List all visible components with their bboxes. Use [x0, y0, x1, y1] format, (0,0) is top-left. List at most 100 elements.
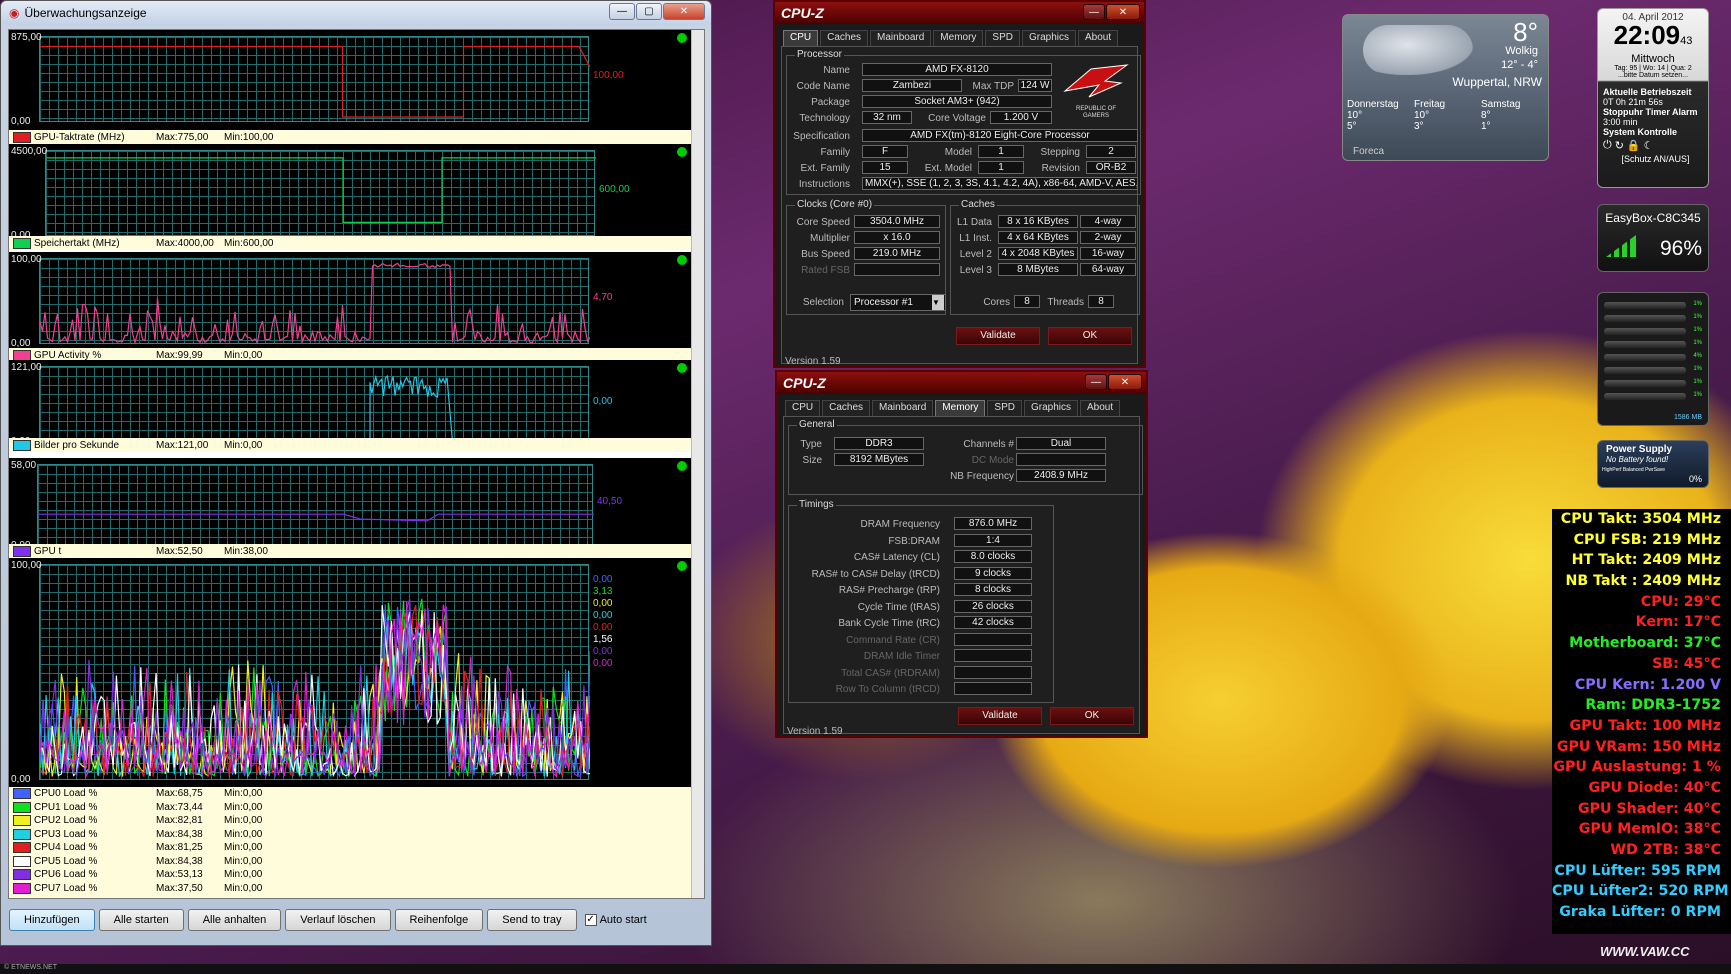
legend-min: Min:0,00 [224, 828, 263, 840]
day-name: Samstag [1481, 99, 1521, 110]
processor-select[interactable]: Processor #1 ▼ [850, 294, 946, 311]
tab-cpu[interactable]: CPU [785, 400, 821, 416]
graph-legend[interactable]: GPU t Max:52,50 Min:38,00 [9, 544, 693, 558]
tab-cpu[interactable]: CPU [783, 30, 819, 46]
temp-range: 12° - 4° [1501, 59, 1538, 71]
tab-about[interactable]: About [1080, 400, 1121, 416]
tab-about[interactable]: About [1078, 30, 1119, 46]
label: Ext. Family [800, 163, 850, 174]
cpu-current-value: 0,00 [593, 658, 613, 669]
graph-trace [46, 157, 596, 224]
color-swatch [13, 882, 31, 894]
legend-name: GPU-Taktrate (MHz) [34, 131, 125, 143]
graph-legend[interactable]: GPU-Taktrate (MHz) Max:775,00 Min:100,00 [9, 130, 693, 144]
cpu-current-value: 1,56 [593, 634, 613, 645]
legend-min: Min:100,00 [224, 131, 274, 143]
power-plans[interactable]: HighPerf Balanced PwrSave [1598, 467, 1708, 473]
autostart-checkbox[interactable]: ✓ Auto start [584, 914, 647, 926]
wifi-gadget[interactable]: EasyBox-C8C345 96% [1597, 204, 1709, 272]
ok-button[interactable]: OK [1050, 707, 1134, 725]
sensor-line: GPU MemIO: 38°C [1578, 821, 1721, 838]
tab-memory[interactable]: Memory [933, 30, 984, 46]
group-label: Timings [797, 499, 836, 510]
clock-gadget[interactable]: 04. April 2012 22:0943 Mittwoch Tag: 95 … [1597, 8, 1709, 188]
tab-spd[interactable]: SPD [985, 30, 1020, 46]
close-button[interactable]: ✕ [1108, 374, 1142, 390]
label: Size [802, 455, 822, 466]
tab-graphics[interactable]: Graphics [1021, 30, 1076, 46]
tab-caches[interactable]: Caches [820, 30, 869, 46]
graph-legend[interactable]: Speichertakt (MHz) Max:4000,00 Min:600,00 [9, 236, 693, 250]
sensor-line: GPU Shader: 40°C [1577, 800, 1721, 817]
tab-memory[interactable]: Memory [935, 400, 986, 416]
maximize-button[interactable]: ▢ [636, 3, 662, 20]
legend-name: CPU0 Load % [34, 788, 98, 800]
core-voltage-value: 1.200 V [990, 111, 1052, 124]
tab-spd[interactable]: SPD [987, 400, 1022, 416]
scrollbar[interactable] [691, 30, 704, 898]
start-all-button[interactable]: Alle starten [98, 909, 184, 931]
label: Bus Speed [801, 249, 850, 260]
legend-name: CPU6 Load % [34, 869, 98, 881]
cpu-legend-row[interactable]: CPU2 Load % Max:82,81 Min:0,00 [9, 814, 693, 828]
label: Specification [793, 131, 850, 142]
cpu-legend-row[interactable]: CPU7 Load % Max:37,50 Min:0,00 [9, 881, 693, 895]
close-button[interactable]: ✕ [1106, 4, 1140, 20]
graph-1: 4500,000,00600,00 [9, 144, 693, 244]
weekday: Mittwoch [1631, 53, 1675, 65]
cpu-legend-row[interactable]: CPU5 Load % Max:84,38 Min:0,00 [9, 854, 693, 868]
timing-label: RAS# to CAS# Delay (tRCD) [811, 568, 940, 580]
current-value: 40,50 [597, 496, 623, 508]
sleep-icon[interactable]: ☾ [1644, 139, 1654, 152]
monitor-titlebar[interactable]: ◉ Überwachungsanzeige [1, 1, 711, 25]
graph-3: 121,000,000,00 [9, 360, 693, 450]
label: Family [820, 147, 850, 158]
checkbox-mark: ✓ [584, 914, 597, 926]
tab-graphics[interactable]: Graphics [1023, 400, 1078, 416]
minimize-button[interactable]: — [1085, 374, 1107, 390]
cpu-legend-row[interactable]: CPU1 Load % Max:73,44 Min:0,00 [9, 800, 693, 814]
lock-icon[interactable]: 🔒 [1627, 139, 1641, 152]
validate-button[interactable]: Validate [958, 707, 1042, 725]
add-button[interactable]: Hinzufügen [9, 909, 95, 931]
legend-min: Min:600,00 [224, 237, 274, 249]
sensor-line: CPU Takt: 3504 MHz [1560, 511, 1721, 527]
cpu-legend-row[interactable]: CPU4 Load % Max:81,25 Min:0,00 [9, 841, 693, 855]
status-dot-icon [677, 363, 687, 373]
order-button[interactable]: Reihenfolge [394, 909, 484, 931]
core-percent: 1% [1693, 379, 1702, 385]
send-to-tray-button[interactable]: Send to tray [487, 909, 577, 931]
cpu-current-value: 0,00 [593, 622, 613, 633]
timing-value: 9 clocks [954, 566, 1032, 580]
tab-mainboard[interactable]: Mainboard [870, 30, 932, 46]
weather-gadget[interactable]: 8° Wolkig 12° - 4° Wuppertal, NRW Donner… [1342, 14, 1549, 161]
tab-caches[interactable]: Caches [822, 400, 871, 416]
cpu-legend-row[interactable]: CPU3 Load % Max:84,38 Min:0,00 [9, 827, 693, 841]
graph-plot [37, 464, 594, 546]
power-supply-gadget[interactable]: Power Supply No Battery found! HighPerf … [1597, 440, 1709, 488]
clear-history-button[interactable]: Verlauf löschen [285, 909, 391, 931]
close-button[interactable]: ✕ [663, 3, 705, 20]
validate-button[interactable]: Validate [956, 327, 1040, 345]
current-value: 0,00 [593, 396, 613, 407]
cpu-cores-gadget[interactable]: 1% 1% 1% 1% 4% 1% 1% 1% 1586 MB [1597, 292, 1709, 426]
power-icon[interactable]: ⏻ [1603, 139, 1612, 152]
stop-all-button[interactable]: Alle anhalten [187, 909, 282, 931]
model-value: 1 [978, 145, 1024, 158]
multiplier-value: x 16.0 [854, 231, 940, 244]
legend-name: CPU7 Load % [34, 882, 98, 894]
restart-icon[interactable]: ↻ [1615, 139, 1624, 152]
y-min-label: 0,00 [11, 774, 31, 785]
system-control-icons[interactable]: ⏻ ↻ 🔒 ☾ [1603, 139, 1708, 152]
graph-legend[interactable]: Bilder pro Sekunde Max:121,00 Min:0,00 [9, 438, 693, 452]
ok-button[interactable]: OK [1048, 327, 1132, 345]
forecast: Donnerstag 10° 5° Freitag 10° 3° Samstag 8° 1° [1347, 99, 1547, 132]
l1i-way: 2-way [1080, 231, 1136, 244]
minimize-button[interactable]: — [609, 3, 635, 20]
cpu-legend-row[interactable]: CPU6 Load % Max:53,13 Min:0,00 [9, 868, 693, 882]
tab-mainboard[interactable]: Mainboard [872, 400, 934, 416]
cpu-legend-row[interactable]: CPU0 Load % Max:68,75 Min:0,00 [9, 787, 693, 801]
site-watermark: WWW.VAW.CC [1600, 944, 1690, 959]
minimize-button[interactable]: — [1083, 4, 1105, 20]
protect-toggle[interactable]: [Schutz AN/AUS] [1603, 154, 1708, 164]
